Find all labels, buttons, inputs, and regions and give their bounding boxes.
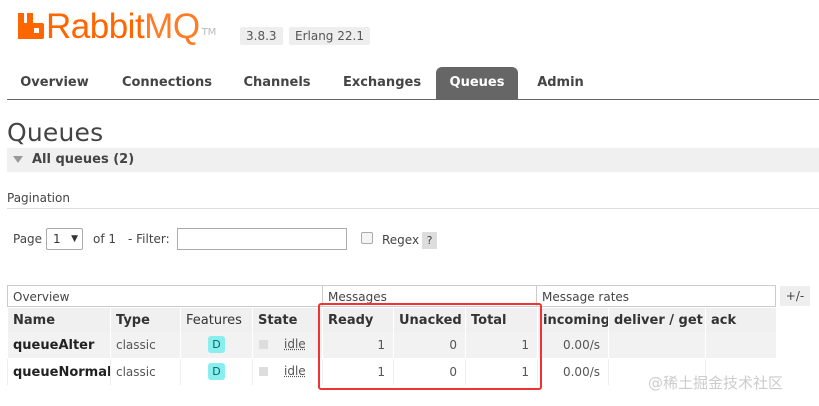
tab-exchanges[interactable]: Exchanges — [332, 67, 432, 99]
features-cell: D — [180, 359, 252, 385]
queue-name-link[interactable]: queueNormal — [7, 359, 111, 385]
group-overview: Overview — [7, 285, 323, 307]
col-type[interactable]: Type — [110, 308, 180, 332]
incoming-rate: 0.00/s — [537, 332, 608, 358]
logo-text-rabbit: Rabbit — [46, 6, 145, 46]
pagination-heading: Pagination — [7, 191, 70, 205]
page-select-value: 1 — [53, 232, 61, 246]
help-button[interactable]: ? — [422, 232, 437, 249]
section-label: All queues (2) — [32, 152, 135, 167]
tab-queues[interactable]: Queues — [436, 67, 518, 99]
rabbitmq-logo: RabbitMQ TM — [18, 6, 216, 46]
logo-text-mq: MQ — [144, 6, 200, 46]
erlang-version-badge: Erlang 22.1 — [289, 27, 370, 45]
unacked-count: 0 — [393, 332, 465, 358]
tab-channels[interactable]: Channels — [232, 67, 322, 99]
trademark: TM — [201, 27, 217, 38]
toggle-columns-button[interactable]: +/- — [780, 286, 810, 306]
queue-type: classic — [110, 332, 180, 358]
ready-count: 1 — [322, 332, 393, 358]
unacked-count: 0 — [393, 359, 465, 385]
queue-type: classic — [110, 359, 180, 385]
group-messages: Messages — [322, 285, 537, 307]
col-incoming[interactable]: incoming — [537, 308, 610, 332]
col-state[interactable]: State — [252, 308, 322, 332]
state-value: idle — [284, 364, 306, 378]
col-name[interactable]: Name — [7, 308, 110, 332]
col-deliver-get[interactable]: deliver / get — [608, 308, 705, 332]
col-ack[interactable]: ack — [705, 308, 776, 332]
state-value: idle — [284, 337, 306, 351]
durable-badge: D — [208, 336, 225, 353]
tab-admin[interactable]: Admin — [528, 67, 593, 99]
total-count: 1 — [465, 359, 537, 385]
main-tabs: Overview Connections Channels Exchanges … — [7, 67, 819, 100]
all-queues-section-toggle[interactable]: All queues (2) — [7, 148, 819, 172]
total-count: 1 — [465, 332, 537, 358]
collapse-triangle-icon — [13, 156, 23, 163]
rabbit-logo-icon — [18, 13, 44, 39]
col-features: Features — [180, 308, 252, 332]
page-select[interactable]: 1 ▼ — [46, 228, 83, 250]
of-pages-label: of 1 — [93, 232, 117, 246]
divider — [7, 208, 819, 209]
deliver-get-rate — [608, 332, 705, 358]
filter-input[interactable] — [177, 228, 347, 250]
state-indicator-icon — [259, 340, 268, 349]
group-message-rates: Message rates — [536, 285, 776, 307]
regex-checkbox[interactable] — [361, 232, 373, 244]
state-cell: idle — [252, 332, 322, 358]
queue-name-link[interactable]: queueAlter — [7, 332, 110, 358]
col-total[interactable]: Total — [465, 308, 537, 332]
watermark: @稀土掘金技术社区 — [648, 374, 784, 392]
tab-overview[interactable]: Overview — [7, 67, 102, 99]
durable-badge: D — [208, 363, 225, 380]
ack-rate — [705, 332, 776, 358]
filter-label: - Filter: — [128, 232, 170, 246]
incoming-rate: 0.00/s — [537, 359, 608, 385]
features-cell: D — [180, 332, 252, 358]
state-indicator-icon — [259, 367, 268, 376]
page-title: Queues — [7, 118, 104, 147]
tab-connections[interactable]: Connections — [112, 67, 222, 99]
state-cell: idle — [252, 359, 322, 385]
dropdown-arrow-icon: ▼ — [71, 234, 78, 244]
page-label: Page — [13, 232, 43, 246]
col-unacked[interactable]: Unacked — [393, 308, 465, 332]
col-ready[interactable]: Ready — [322, 308, 393, 332]
ready-count: 1 — [322, 359, 393, 385]
version-badge: 3.8.3 — [240, 27, 283, 45]
regex-label: Regex — [382, 233, 420, 247]
